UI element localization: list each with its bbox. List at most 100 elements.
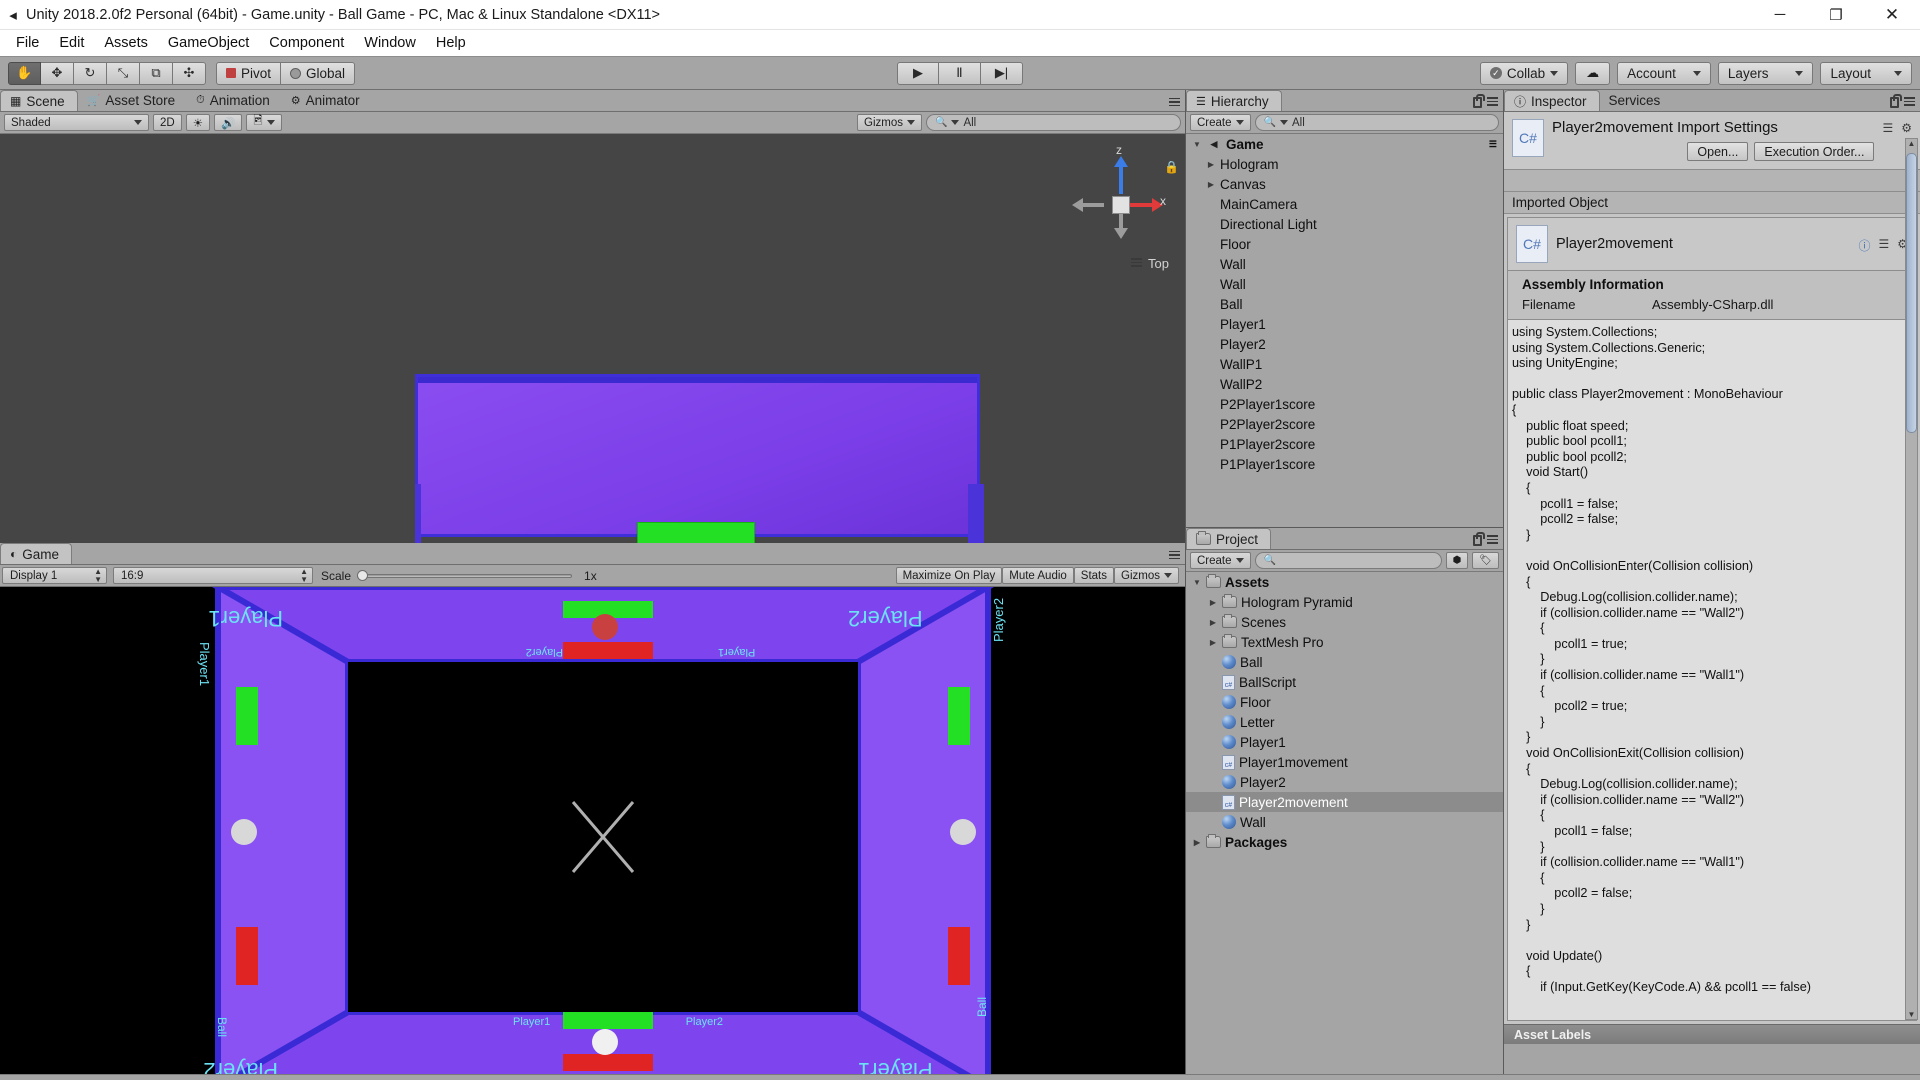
project-label-filter-button[interactable]: 🏷	[1472, 552, 1499, 569]
panel-menu-icon[interactable]	[1169, 98, 1180, 109]
stats-toggle[interactable]: Stats	[1074, 567, 1114, 584]
scene-search-input[interactable]: 🔍 All	[926, 114, 1181, 131]
hierarchy-item-hologram[interactable]: ▶Hologram	[1186, 154, 1503, 174]
hierarchy-item-maincamera[interactable]: MainCamera	[1186, 194, 1503, 214]
minimize-button[interactable]: ─	[1752, 0, 1808, 30]
panel-menu-icon[interactable]	[1487, 97, 1498, 108]
project-item-assets[interactable]: ▼Assets	[1186, 572, 1503, 592]
hierarchy-item-wallp2[interactable]: WallP2	[1186, 374, 1503, 394]
rect-tool-icon[interactable]: ⧉	[140, 62, 173, 85]
lock-icon[interactable]	[1473, 97, 1482, 108]
project-item-textmesh-pro[interactable]: ▶TextMesh Pro	[1186, 632, 1503, 652]
hierarchy-item-canvas[interactable]: ▶Canvas	[1186, 174, 1503, 194]
hierarchy-item-player1[interactable]: Player1	[1186, 314, 1503, 334]
hierarchy-tree[interactable]: ▼◂Game☰▶Hologram▶CanvasMainCameraDirecti…	[1186, 134, 1503, 527]
scrollbar-thumb[interactable]	[1906, 153, 1917, 433]
cloud-button[interactable]: ☁	[1575, 62, 1610, 85]
hierarchy-item-ball[interactable]: Ball	[1186, 294, 1503, 314]
layers-dropdown[interactable]: Layers	[1718, 62, 1814, 85]
chevron-down-icon[interactable]: ▼	[1192, 578, 1202, 587]
rotate-tool-icon[interactable]: ↻	[74, 62, 107, 85]
aspect-dropdown[interactable]: 16:9 ▲▼	[113, 567, 313, 584]
play-button[interactable]: ▶	[897, 62, 939, 85]
scene-audio-toggle[interactable]: 🔊	[214, 114, 242, 131]
lock-icon[interactable]	[1890, 97, 1899, 108]
project-item-wall[interactable]: Wall	[1186, 812, 1503, 832]
hierarchy-root-game[interactable]: ▼◂Game☰	[1186, 134, 1503, 154]
hand-tool-icon[interactable]: ✋	[8, 62, 41, 85]
status-bar[interactable]: ! Wall	[0, 1074, 1920, 1080]
scene-lighting-toggle[interactable]: ☀	[186, 114, 210, 131]
collab-dropdown[interactable]: ✓ Collab	[1480, 62, 1568, 85]
project-item-hologram-pyramid[interactable]: ▶Hologram Pyramid	[1186, 592, 1503, 612]
chevron-down-icon[interactable]: ▼	[1192, 140, 1202, 149]
scene-orientation-gizmo[interactable]: z x	[1072, 156, 1167, 251]
menu-edit[interactable]: Edit	[49, 32, 94, 54]
project-tree[interactable]: ▼Assets▶Hologram Pyramid▶Scenes▶TextMesh…	[1186, 572, 1503, 1074]
scene-view-mode-label[interactable]: Top	[1131, 256, 1169, 271]
project-item-floor[interactable]: Floor	[1186, 692, 1503, 712]
scene-fx-toggle[interactable]: 🖻	[246, 114, 281, 131]
asset-labels-bar[interactable]: Asset Labels	[1504, 1024, 1920, 1044]
preset-icon[interactable]: ☰	[1878, 237, 1889, 254]
hierarchy-item-wall[interactable]: Wall	[1186, 254, 1503, 274]
scroll-down-arrow-icon[interactable]: ▼	[1908, 1010, 1916, 1019]
preset-icon[interactable]: ☰	[1882, 121, 1893, 135]
toggle-2d-button[interactable]: 2D	[153, 114, 182, 131]
hierarchy-item-p1player2score[interactable]: P1Player2score	[1186, 434, 1503, 454]
panel-menu-icon[interactable]	[1169, 551, 1180, 562]
tab-animator[interactable]: ⚙ Animator	[282, 90, 372, 111]
project-item-scenes[interactable]: ▶Scenes	[1186, 612, 1503, 632]
display-dropdown[interactable]: Display 1 ▲▼	[2, 567, 107, 584]
global-dropdown[interactable]: Global	[281, 62, 355, 85]
scale-slider[interactable]	[357, 570, 572, 581]
hierarchy-item-p1player1score[interactable]: P1Player1score	[1186, 454, 1503, 474]
hierarchy-item-player2[interactable]: Player2	[1186, 334, 1503, 354]
project-item-player1movement[interactable]: c#Player1movement	[1186, 752, 1503, 772]
chevron-right-icon[interactable]: ▶	[1208, 598, 1218, 607]
menu-assets[interactable]: Assets	[94, 32, 158, 54]
menu-gameobject[interactable]: GameObject	[158, 32, 259, 54]
menu-component[interactable]: Component	[259, 32, 354, 54]
inspector-scrollbar[interactable]: ▲ ▼	[1905, 138, 1918, 1020]
hierarchy-item-wallp1[interactable]: WallP1	[1186, 354, 1503, 374]
project-create-button[interactable]: Create	[1190, 552, 1251, 569]
pause-button[interactable]: Ⅱ	[939, 62, 981, 85]
hierarchy-search-input[interactable]: 🔍 All	[1255, 114, 1499, 131]
maximize-on-play-toggle[interactable]: Maximize On Play	[896, 567, 1003, 584]
mute-audio-toggle[interactable]: Mute Audio	[1002, 567, 1074, 584]
chevron-right-icon[interactable]: ▶	[1206, 180, 1216, 189]
move-tool-icon[interactable]: ✥	[41, 62, 74, 85]
project-item-player2movement[interactable]: c#Player2movement	[1186, 792, 1503, 812]
gizmo-center-cube[interactable]	[1112, 196, 1130, 214]
project-item-packages[interactable]: ▶Packages	[1186, 832, 1503, 852]
menu-window[interactable]: Window	[354, 32, 426, 54]
hierarchy-item-p2player2score[interactable]: P2Player2score	[1186, 414, 1503, 434]
transform-tool-icon[interactable]: ✣	[173, 62, 206, 85]
close-button[interactable]: ✕	[1864, 0, 1920, 30]
shading-mode-dropdown[interactable]: Shaded	[4, 114, 149, 131]
maximize-button[interactable]: ❐	[1808, 0, 1864, 30]
tab-asset-store[interactable]: 🛒 Asset Store	[78, 90, 187, 111]
scene-menu-icon[interactable]: ☰	[1489, 139, 1497, 150]
lock-icon[interactable]	[1473, 535, 1482, 546]
help-icon[interactable]: ⓘ	[1858, 237, 1870, 254]
hierarchy-item-p2player1score[interactable]: P2Player1score	[1186, 394, 1503, 414]
tab-services[interactable]: Services	[1600, 90, 1673, 111]
game-viewport[interactable]: Player1 Player2 Player2 Player1 Player1 …	[0, 587, 1185, 1074]
menu-file[interactable]: File	[6, 32, 49, 54]
account-dropdown[interactable]: Account	[1617, 62, 1711, 85]
hierarchy-create-button[interactable]: Create	[1190, 114, 1251, 131]
tab-inspector[interactable]: ⓘ Inspector	[1504, 90, 1600, 111]
project-item-ballscript[interactable]: c#BallScript	[1186, 672, 1503, 692]
gear-icon[interactable]: ⚙	[1901, 121, 1912, 135]
project-item-ball[interactable]: Ball	[1186, 652, 1503, 672]
tab-game[interactable]: ◐ Game	[0, 543, 72, 564]
chevron-right-icon[interactable]: ▶	[1208, 618, 1218, 627]
tab-animation[interactable]: ⏱ Animation	[187, 90, 282, 111]
hierarchy-item-floor[interactable]: Floor	[1186, 234, 1503, 254]
scale-slider-thumb[interactable]	[357, 570, 368, 581]
game-gizmos-dropdown[interactable]: Gizmos	[1114, 567, 1179, 584]
scroll-up-arrow-icon[interactable]: ▲	[1908, 139, 1916, 148]
open-button[interactable]: Open...	[1687, 142, 1748, 161]
